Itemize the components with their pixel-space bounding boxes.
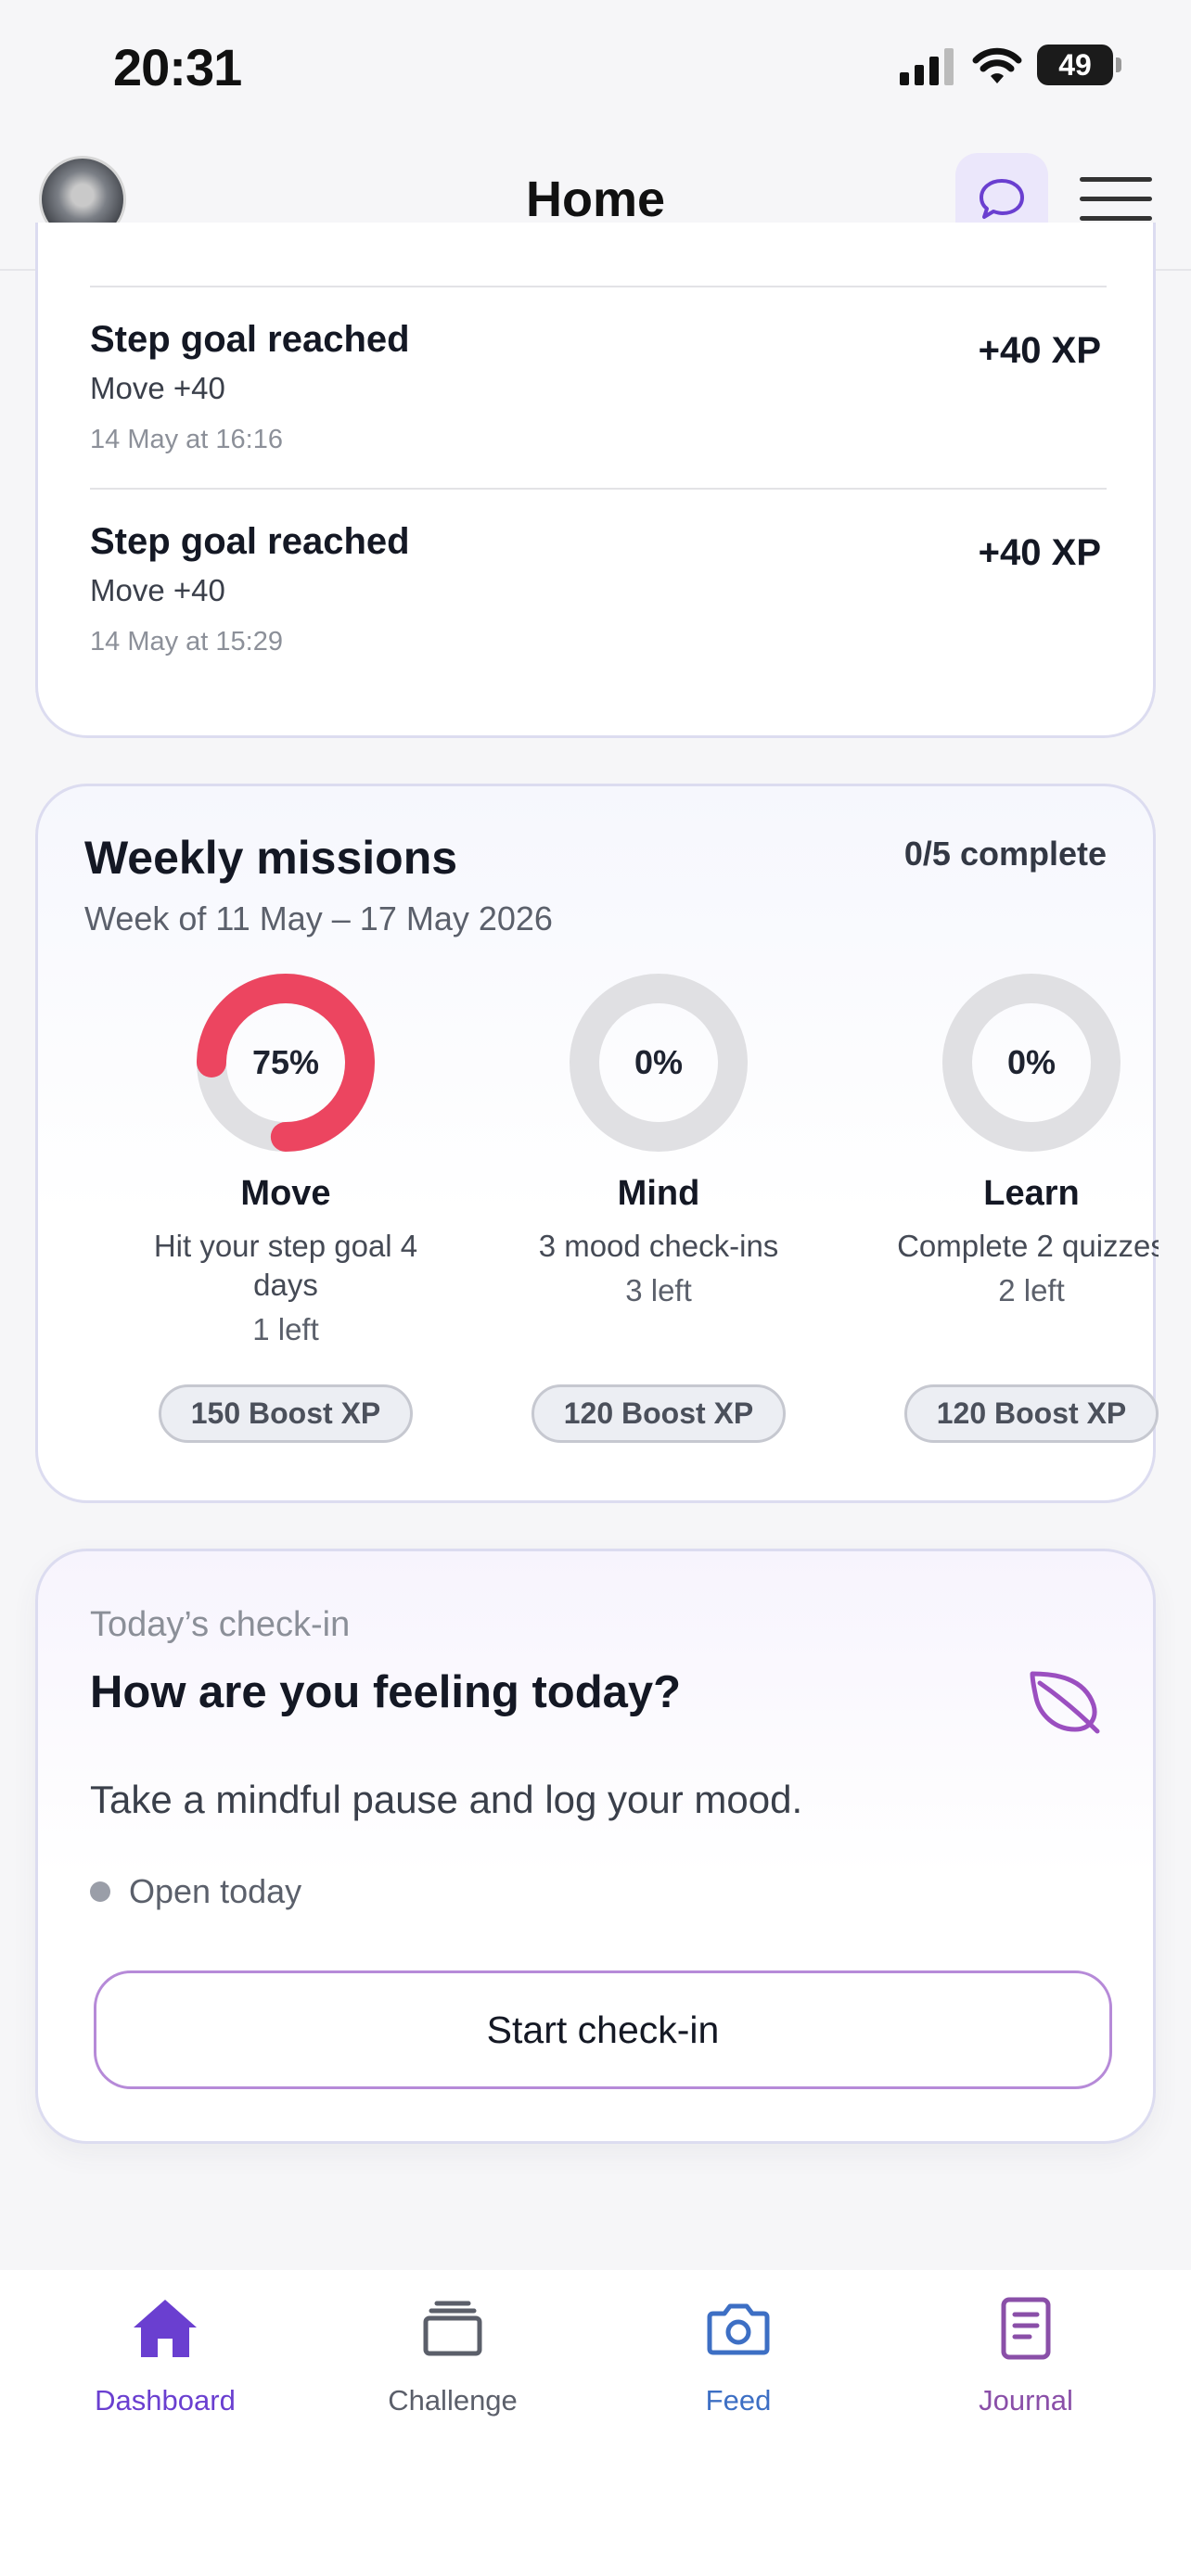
mission-remaining: 2 left (998, 1273, 1065, 1307)
mission-reward-badge: 150 Boost XP (158, 1384, 414, 1443)
xp-entry-amount: +40 XP (978, 532, 1101, 573)
start-checkin-button[interactable]: Start check-in (94, 1970, 1112, 2089)
progress-percent: 0% (1006, 1043, 1057, 1081)
battery-cap (1116, 57, 1121, 72)
missions-title: Weekly missions (84, 832, 458, 884)
tab-feed[interactable]: Feed (599, 2293, 877, 2417)
cards-icon (423, 2301, 482, 2356)
cellular-signal-icon (900, 48, 954, 85)
tab-dashboard[interactable]: Dashboard (26, 2293, 304, 2417)
mission-learn[interactable]: 0% Learn Complete 2 quizzes 2 left 120 B… (860, 972, 1159, 1443)
mission-remaining: 3 left (625, 1273, 692, 1307)
progress-ring: 0% (568, 972, 749, 1154)
battery-level: 49 (1058, 47, 1092, 82)
hamburger-menu-button[interactable] (1080, 172, 1152, 227)
mission-mind[interactable]: 0% Mind 3 mood check-ins 3 left 120 Boos… (487, 972, 830, 1443)
journal-icon (1001, 2297, 1051, 2360)
status-dot-icon (90, 1881, 110, 1902)
missions-carousel[interactable]: 75% Move Hit your step goal 4 days 1 lef… (38, 972, 1159, 1454)
xp-entry-date: 14 May at 15:29 (90, 627, 283, 657)
mission-name: Mind (617, 1174, 700, 1213)
tab-label: Challenge (388, 2384, 518, 2417)
checkin-kicker: Today’s check-in (90, 1605, 351, 1644)
checkin-title: How are you feeling today? (90, 1667, 682, 1717)
mission-reward-badge: 120 Boost XP (903, 1384, 1159, 1443)
status-label: Open today (129, 1872, 302, 1910)
menu-line-icon (1080, 197, 1152, 201)
tab-label: Journal (979, 2384, 1073, 2417)
tab-journal[interactable]: Journal (887, 2293, 1165, 2417)
checkin-status: Open today (90, 1872, 301, 1911)
missions-complete-count: 0/5 complete (903, 835, 1107, 873)
daily-checkin-card: Today’s check-in How are you feeling tod… (35, 1549, 1156, 2144)
weekly-missions-card: Weekly missions 0/5 complete Week of 11 … (35, 784, 1159, 1503)
mission-description: 3 mood check-ins (538, 1229, 779, 1263)
progress-ring: 75% (195, 972, 377, 1154)
xp-entry-amount: +40 XP (978, 330, 1101, 371)
xp-history-card: Step goal reached Move +40 14 May at 16:… (35, 223, 1156, 738)
divider (90, 488, 1107, 490)
xp-entry-subtitle: Move +40 (90, 573, 225, 607)
tab-label: Feed (705, 2384, 772, 2417)
chat-bubble-icon (980, 179, 1024, 219)
bottom-tab-bar: Dashboard Challenge Feed Journal (0, 2270, 1191, 2576)
tab-label: Dashboard (95, 2384, 236, 2417)
tab-challenge[interactable]: Challenge (314, 2293, 592, 2417)
wifi-icon (972, 47, 1022, 83)
checkin-description: Take a mindful pause and log your mood. (90, 1778, 803, 1821)
mission-description: Complete 2 quizzes (897, 1229, 1159, 1263)
home-icon (134, 2300, 197, 2357)
progress-ring: 0% (941, 972, 1122, 1154)
camera-icon (707, 2303, 770, 2355)
xp-entry-title: Step goal reached (90, 521, 410, 562)
menu-line-icon (1080, 177, 1152, 182)
mission-reward-badge: 120 Boost XP (531, 1384, 787, 1443)
status-time: 20:31 (113, 38, 242, 96)
mission-remaining: 1 left (252, 1312, 319, 1346)
mission-name: Learn (983, 1174, 1080, 1213)
xp-entry-title: Step goal reached (90, 319, 410, 360)
mission-description: Hit your step goal 4 days (153, 1229, 418, 1302)
missions-week-range: Week of 11 May – 17 May 2026 (84, 899, 553, 937)
battery-indicator: 49 (1037, 45, 1113, 85)
progress-percent: 0% (634, 1043, 684, 1081)
mission-name: Move (240, 1174, 331, 1213)
menu-line-icon (1080, 216, 1152, 221)
progress-percent: 75% (251, 1043, 320, 1081)
mission-move[interactable]: 75% Move Hit your step goal 4 days 1 lef… (114, 972, 457, 1443)
xp-entry-date: 14 May at 16:16 (90, 425, 283, 454)
xp-entry-subtitle: Move +40 (90, 371, 225, 405)
leaf-icon (1030, 1671, 1100, 1734)
divider (90, 286, 1107, 287)
